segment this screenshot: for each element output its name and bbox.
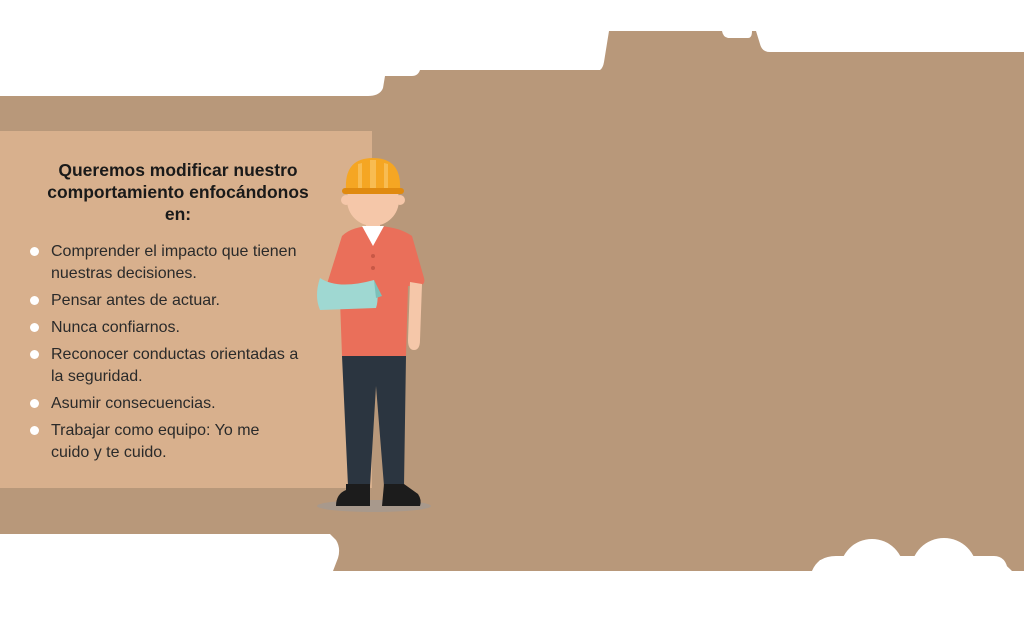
list-item: Nunca confiarnos.	[30, 317, 300, 339]
bullet-dot-icon	[30, 247, 39, 256]
hard-hat-brim-icon	[342, 188, 404, 194]
ear-icon	[395, 195, 405, 205]
right-arm-icon	[408, 282, 422, 350]
list-item: Asumir consecuencias.	[30, 393, 300, 415]
card-title: Queremos modificar nuestro comportamient…	[47, 160, 309, 224]
left-boot-icon	[336, 484, 370, 506]
ear-icon	[341, 195, 351, 205]
list-item: Reconocer conductas orientadas a la segu…	[30, 344, 300, 388]
list-item: Trabajar como equipo: Yo me cuido y te c…	[30, 420, 300, 464]
button-icon	[371, 254, 375, 258]
injured-worker-with-arm-sling-icon	[317, 158, 431, 512]
list-item-text: Pensar antes de actuar.	[51, 292, 220, 309]
bullet-dot-icon	[30, 399, 39, 408]
list-item-text: Trabajar como equipo: Yo me cuido y te c…	[51, 422, 260, 461]
behavior-list: Comprender el impacto que tienen nuestra…	[30, 241, 300, 469]
hard-hat-ridge-icon	[358, 163, 362, 188]
cloud-base	[812, 556, 1008, 571]
pants-icon	[342, 356, 406, 486]
slide-canvas: Queremos modificar nuestro comportamient…	[0, 0, 1024, 620]
hard-hat-ridge-icon	[384, 163, 388, 188]
bullet-dot-icon	[30, 323, 39, 332]
bullet-dot-icon	[30, 350, 39, 359]
right-boot-icon	[382, 484, 421, 506]
hard-hat-ridge-icon	[370, 160, 376, 188]
bullet-dot-icon	[30, 296, 39, 305]
button-icon	[371, 266, 375, 270]
list-item-text: Reconocer conductas orientadas a la segu…	[51, 346, 299, 385]
bullet-dot-icon	[30, 426, 39, 435]
list-item-text: Nunca confiarnos.	[51, 319, 180, 336]
list-item-text: Comprender el impacto que tienen nuestra…	[51, 243, 297, 282]
list-item: Pensar antes de actuar.	[30, 290, 300, 312]
list-item-text: Asumir consecuencias.	[51, 395, 216, 412]
list-item: Comprender el impacto que tienen nuestra…	[30, 241, 300, 285]
